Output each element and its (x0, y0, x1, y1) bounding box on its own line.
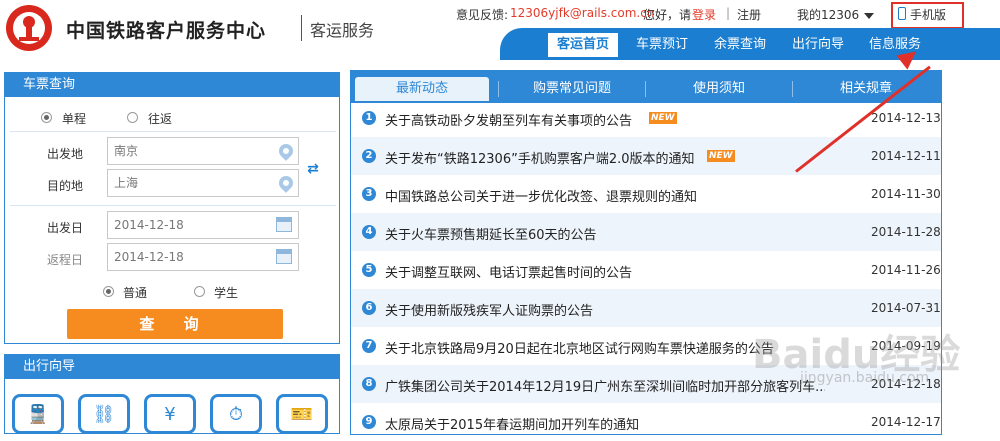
from-label: 出发地 (47, 147, 84, 161)
travel-guide-title: 出行向导 (5, 355, 339, 379)
main-nav: 客运首页 车票预订 余票查询 出行向导 信息服务 (500, 28, 1000, 60)
tab-faq[interactable]: 购票常见问题 (499, 77, 645, 101)
news-number-badge: 4 (362, 225, 376, 239)
news-title[interactable]: 关于调整互联网、电话订票起售时间的公告 (385, 262, 632, 281)
return-date-label: 返程日 (47, 253, 84, 267)
news-title[interactable]: 关于高铁动卧夕发朝至列车有关事项的公告 (385, 110, 632, 129)
tab-regulations[interactable]: 相关规章 (793, 77, 939, 101)
nav-remaining-tickets[interactable]: 余票查询 (705, 33, 775, 57)
news-number-badge: 6 (362, 301, 376, 315)
query-button[interactable]: 查 询 (67, 309, 283, 339)
baidu-watermark-url: jingyan.baidu.com (800, 370, 930, 386)
news-number-badge: 1 (362, 111, 376, 125)
nav-booking[interactable]: 车票预订 (627, 33, 697, 57)
chevron-down-icon (864, 12, 875, 19)
news-title[interactable]: 关于使用新版残疾军人证购票的公告 (385, 300, 593, 319)
normal-ticket-radio[interactable] (103, 286, 114, 297)
news-item[interactable]: 1 关于高铁动卧夕发朝至列车有关事项的公告 NEW 2014-12-13 (351, 99, 941, 137)
ticket-query-panel: 车票查询 单程 往返 出发地 南京 目的地 上海 ⇄ 出发日 2014-12-1… (4, 72, 340, 344)
tab-latest-news[interactable]: 最新动态 (355, 77, 489, 101)
rail-junction-icon[interactable]: ⛓ (78, 394, 130, 434)
brand-divider (301, 15, 302, 41)
news-date: 2014-12-13 (871, 111, 941, 125)
news-item[interactable]: 2 关于发布“铁路12306”手机购票客户端2.0版本的通知 NEW 2014-… (351, 137, 941, 175)
to-station-input[interactable]: 上海 (107, 169, 299, 197)
oneway-radio[interactable] (41, 112, 52, 123)
feedback-label: 意见反馈: (456, 8, 509, 22)
news-date: 2014-07-31 (871, 301, 941, 315)
news-number-badge: 2 (362, 149, 376, 163)
greeting-text: 您好，请 (643, 8, 692, 22)
brand-title[interactable]: 中国铁路客户服务中心 (66, 16, 266, 43)
roundtrip-radio[interactable] (127, 112, 138, 123)
news-number-badge: 5 (362, 263, 376, 277)
news-date: 2014-11-30 (871, 187, 941, 201)
nav-home[interactable]: 客运首页 (548, 33, 618, 57)
register-link[interactable]: 注册 (737, 6, 761, 23)
news-title[interactable]: 关于北京铁路局9月20日起在北京地区试行网购车票快递服务的公告 (385, 338, 774, 357)
ticket-icon[interactable]: 🎫 (276, 394, 328, 434)
news-number-badge: 8 (362, 377, 376, 391)
news-date: 2014-12-11 (871, 149, 941, 163)
tab-usage-notes[interactable]: 使用须知 (646, 77, 792, 101)
new-badge-icon: NEW (707, 150, 735, 162)
feedback-email-link[interactable]: 12306yjfk@rails.com.cn (510, 6, 654, 20)
divider (10, 205, 336, 206)
return-date-input[interactable]: 2014-12-18 (107, 243, 299, 271)
railway-logo-icon[interactable] (4, 3, 54, 53)
student-ticket-label: 学生 (214, 286, 239, 300)
news-title[interactable]: 太原局关于2015年春运期间加开列车的通知 (385, 414, 639, 433)
nav-travel-guide[interactable]: 出行向导 (783, 33, 853, 57)
roundtrip-label: 往返 (148, 112, 173, 126)
fare-search-icon[interactable]: ¥ (144, 394, 196, 434)
ticket-query-title: 车票查询 (5, 73, 339, 97)
news-number-badge: 7 (362, 339, 376, 353)
news-title[interactable]: 关于发布“铁路12306”手机购票客户端2.0版本的通知 (385, 148, 695, 167)
oneway-label: 单程 (62, 112, 87, 126)
mobile-version-link[interactable]: 手机版 (910, 6, 946, 23)
train-icon[interactable]: 🚆 (12, 394, 64, 434)
news-number-badge: 3 (362, 187, 376, 201)
new-badge-icon: NEW (649, 112, 677, 124)
news-date: 2014-11-28 (871, 225, 941, 239)
from-station-input[interactable]: 南京 (107, 137, 299, 165)
depart-date-input[interactable]: 2014-12-18 (107, 211, 299, 239)
news-date: 2014-11-26 (871, 263, 941, 277)
news-item[interactable]: 4 关于火车票预售期延长至60天的公告 2014-11-28 (351, 213, 941, 251)
to-label: 目的地 (47, 179, 84, 193)
phone-icon (898, 7, 906, 20)
topbar-separator: | (726, 6, 731, 20)
news-title[interactable]: 中国铁路总公司关于进一步优化改签、退票规则的通知 (385, 186, 697, 205)
calendar-icon[interactable] (276, 249, 292, 264)
news-item[interactable]: 9 太原局关于2015年春运期间加开列车的通知 2014-12-17 (351, 403, 941, 441)
depart-date-label: 出发日 (47, 221, 84, 235)
swap-stations-icon[interactable]: ⇄ (304, 159, 322, 179)
calendar-icon[interactable] (276, 217, 292, 232)
login-link[interactable]: 登录 (692, 6, 716, 23)
nav-info-service[interactable]: 信息服务 (860, 33, 930, 57)
clock-icon[interactable]: ⏱ (210, 394, 262, 434)
news-date: 2014-12-17 (871, 415, 941, 429)
my12306-menu[interactable]: 我的12306 (797, 6, 875, 23)
my12306-label: 我的12306 (797, 8, 860, 22)
news-number-badge: 9 (362, 415, 376, 429)
normal-ticket-label: 普通 (123, 286, 148, 300)
news-title[interactable]: 关于火车票预售期延长至60天的公告 (385, 224, 597, 243)
header: 中国铁路客户服务中心 客运服务 意见反馈: 12306yjfk@rails.co… (0, 0, 1000, 60)
student-ticket-radio[interactable] (194, 286, 205, 297)
brand-subtitle: 客运服务 (310, 21, 375, 40)
news-item[interactable]: 5 关于调整互联网、电话订票起售时间的公告 2014-11-26 (351, 251, 941, 289)
divider (10, 131, 336, 132)
news-item[interactable]: 3 中国铁路总公司关于进一步优化改签、退票规则的通知 2014-11-30 (351, 175, 941, 213)
